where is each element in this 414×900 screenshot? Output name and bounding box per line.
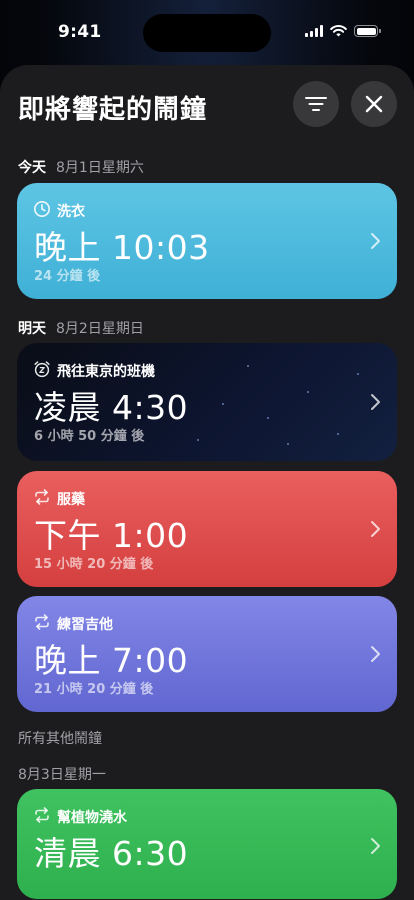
repeat-icon [35,807,49,823]
repeat-icon [35,614,49,630]
section-title: 所有其他鬧鐘 [18,731,102,747]
alarm-name: 幫植物澆水 [57,810,127,826]
section-date: 8月3日星期一 [18,767,106,783]
section-header-today: 今天 8月1日星期六 [18,157,144,177]
alarm-card-guitar[interactable]: 練習吉他 晚上 7:00 21 小時 20 分鐘 後 [17,596,397,712]
alarm-time: 晚上 7:00 [34,641,189,680]
alarm-name: 飛往東京的班機 [57,364,155,380]
alarm-relative-time: 21 小時 20 分鐘 後 [34,682,154,697]
dynamic-island [143,14,271,52]
alarm-relative-time: 15 小時 20 分鐘 後 [34,557,154,572]
section-day: 明天 [18,321,46,337]
alarm-time: 下午 1:00 [34,516,189,555]
alarm-time: 凌晨 4:30 [34,388,189,427]
alarm-card-medicine[interactable]: 服藥 下午 1:00 15 小時 20 分鐘 後 [17,471,397,587]
chevron-right-icon [371,521,380,537]
filter-button[interactable] [293,81,339,127]
wifi-icon [330,25,347,37]
status-bar: 9:41 [0,0,414,62]
alarm-name: 練習吉他 [57,617,113,633]
alarm-card-laundry[interactable]: 洗衣 晚上 10:03 24 分鐘 後 [17,183,397,299]
filter-icon [305,97,327,111]
alarm-relative-time: 6 小時 50 分鐘 後 [34,429,145,444]
chevron-right-icon [371,838,380,854]
status-time: 9:41 [58,22,102,42]
section-day: 今天 [18,160,46,176]
alarm-relative-time: 24 分鐘 後 [34,269,101,284]
battery-icon [354,25,381,37]
section-date: 8月1日星期六 [56,160,144,176]
close-icon [365,95,383,113]
chevron-right-icon [371,394,380,410]
status-icons [305,25,381,37]
upcoming-alarms-sheet: 即將響起的鬧鐘 今天 8月1日星期六 洗衣 晚上 10:03 24 分鐘 後 明… [0,65,414,900]
sheet-title: 即將響起的鬧鐘 [18,95,208,125]
alarm-name: 服藥 [57,492,85,508]
chevron-right-icon [371,646,380,662]
close-button[interactable] [351,81,397,127]
alarm-time: 晚上 10:03 [34,228,210,267]
alarm-snooze-icon [34,361,50,378]
alarm-name: 洗衣 [57,204,85,220]
chevron-right-icon [371,233,380,249]
alarm-card-water-plants[interactable]: 幫植物澆水 清晨 6:30 [17,789,397,899]
clock-icon [34,201,50,217]
section-header-date: 8月3日星期一 [18,764,106,784]
screen: 9:41 即將響起的鬧鐘 今天 8月1日星期六 洗衣 晚上 10:03 24 分… [0,0,414,900]
repeat-icon [35,489,49,505]
cellular-signal-icon [305,25,323,37]
alarm-time: 清晨 6:30 [34,834,189,873]
section-header-other-alarms: 所有其他鬧鐘 [18,728,102,748]
section-header-tomorrow: 明天 8月2日星期日 [18,318,144,338]
section-date: 8月2日星期日 [56,321,144,337]
alarm-card-flight[interactable]: 飛往東京的班機 凌晨 4:30 6 小時 50 分鐘 後 [17,343,397,461]
